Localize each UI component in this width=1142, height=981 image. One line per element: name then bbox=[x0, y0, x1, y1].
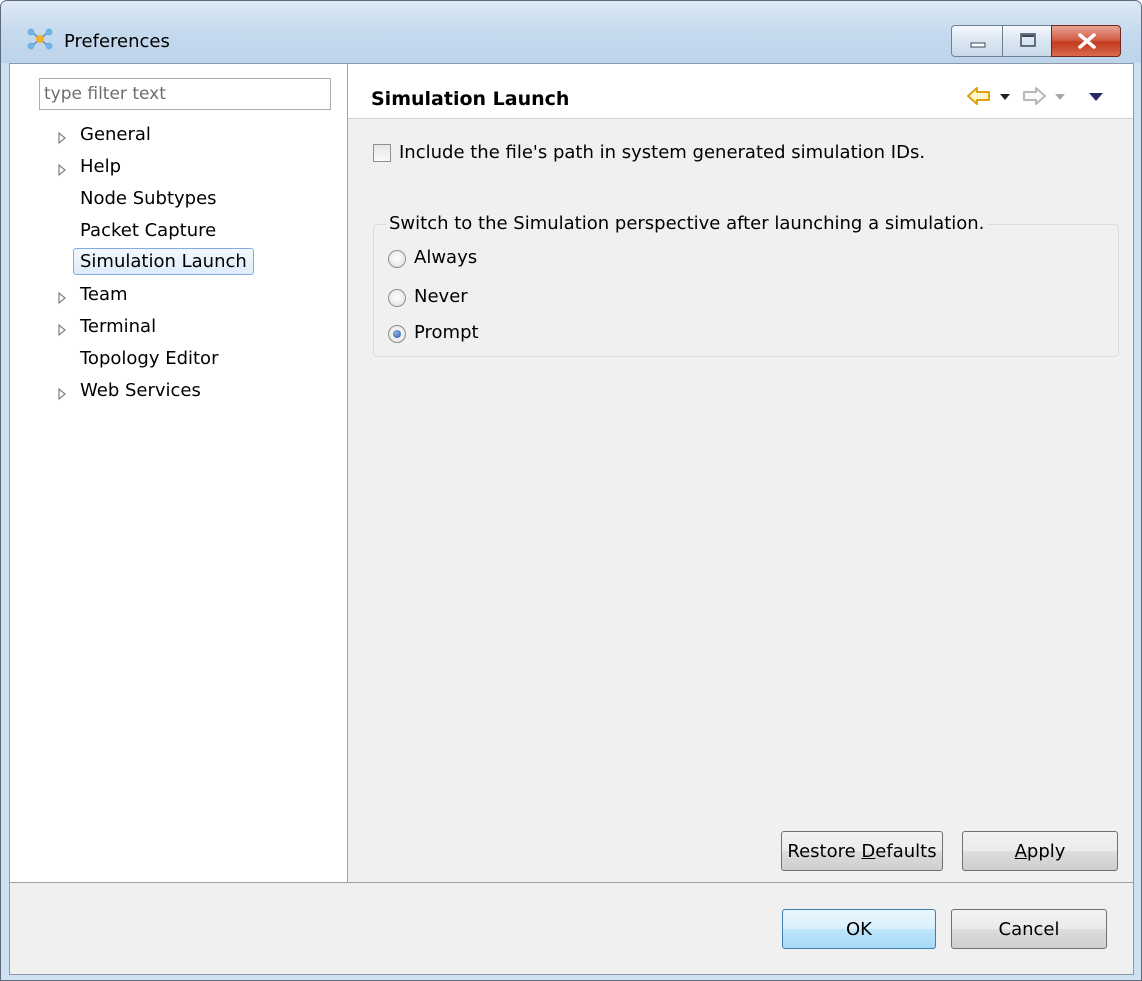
restore-defaults-label: Restore Defaults bbox=[787, 840, 937, 862]
footer-divider bbox=[10, 882, 1133, 883]
radio-button[interactable] bbox=[388, 289, 406, 307]
tree-item-label: General bbox=[80, 124, 151, 145]
minimize-button[interactable] bbox=[951, 25, 1003, 57]
apply-button[interactable]: Apply bbox=[962, 831, 1118, 871]
radio-button[interactable] bbox=[388, 325, 406, 343]
maximize-button[interactable] bbox=[1002, 25, 1052, 57]
expand-arrow-icon[interactable] bbox=[56, 162, 68, 178]
forward-arrow-icon[interactable] bbox=[1021, 86, 1047, 106]
radio-label: Always bbox=[414, 247, 478, 268]
apply-label: Apply bbox=[1014, 840, 1066, 862]
tree-item-label: Team bbox=[80, 284, 128, 305]
title-bar[interactable]: Preferences bbox=[1, 1, 1141, 63]
cancel-button[interactable]: Cancel bbox=[951, 909, 1107, 949]
radio-label: Never bbox=[414, 286, 468, 307]
tree-item-label: Terminal bbox=[80, 316, 157, 337]
tree-item-label: Node Subtypes bbox=[80, 188, 217, 209]
close-button[interactable] bbox=[1051, 25, 1121, 57]
expand-arrow-icon[interactable] bbox=[56, 386, 68, 402]
radio-button[interactable] bbox=[388, 250, 406, 268]
minimize-icon bbox=[970, 42, 986, 48]
ok-button[interactable]: OK bbox=[782, 909, 936, 949]
tree-item-label: Help bbox=[80, 156, 122, 177]
tree-item-terminal[interactable]: Terminal bbox=[10, 314, 346, 346]
include-path-checkbox[interactable] bbox=[373, 144, 391, 162]
preferences-icon bbox=[25, 28, 55, 55]
tree-item-label: Packet Capture bbox=[80, 220, 217, 241]
tree-item-simulation-launch[interactable]: Simulation Launch bbox=[10, 248, 346, 282]
tree-item-label: Simulation Launch bbox=[73, 248, 254, 275]
restore-defaults-button[interactable]: Restore Defaults bbox=[781, 831, 943, 871]
expand-arrow-icon[interactable] bbox=[56, 322, 68, 338]
tree-item-packet-capture[interactable]: Packet Capture bbox=[10, 218, 346, 250]
tree-item-general[interactable]: General bbox=[10, 122, 346, 154]
tree-item-topology-editor[interactable]: Topology Editor bbox=[10, 346, 346, 378]
view-menu-icon[interactable] bbox=[1088, 91, 1104, 103]
tree-item-help[interactable]: Help bbox=[10, 154, 346, 186]
filter-input[interactable] bbox=[39, 78, 331, 110]
expand-arrow-icon[interactable] bbox=[56, 130, 68, 146]
forward-menu-icon[interactable] bbox=[1054, 92, 1066, 102]
tree-item-team[interactable]: Team bbox=[10, 282, 346, 314]
back-menu-icon[interactable] bbox=[999, 92, 1011, 102]
radio-label: Prompt bbox=[414, 322, 479, 343]
perspective-switch-group: Switch to the Simulation perspective aft… bbox=[373, 213, 1119, 357]
close-icon bbox=[1078, 33, 1096, 49]
page-header: Simulation Launch bbox=[348, 64, 1133, 119]
window-title: Preferences bbox=[64, 31, 170, 52]
tree-item-web-services[interactable]: Web Services bbox=[10, 378, 346, 410]
preference-page: Simulation Launch Include the file's pat… bbox=[348, 64, 1133, 882]
tree-item-node-subtypes[interactable]: Node Subtypes bbox=[10, 186, 346, 218]
preference-tree-pane: General Help Node Subtypes Packet Captur… bbox=[10, 64, 348, 882]
dialog-client-area: General Help Node Subtypes Packet Captur… bbox=[9, 63, 1134, 975]
maximize-icon bbox=[1020, 33, 1036, 47]
preferences-window: Preferences General bbox=[0, 0, 1142, 981]
back-arrow-icon[interactable] bbox=[966, 86, 992, 106]
tree-item-label: Web Services bbox=[80, 380, 201, 401]
tree-item-label: Topology Editor bbox=[80, 348, 219, 369]
expand-arrow-icon[interactable] bbox=[56, 290, 68, 306]
page-title: Simulation Launch bbox=[371, 88, 570, 110]
include-path-label: Include the file's path in system genera… bbox=[399, 142, 926, 163]
group-label: Switch to the Simulation perspective aft… bbox=[386, 213, 988, 234]
